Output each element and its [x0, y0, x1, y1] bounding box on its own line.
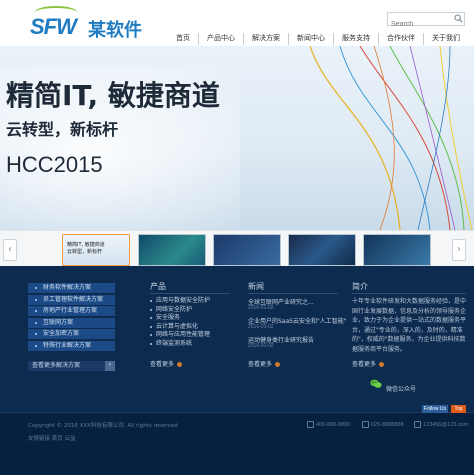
news-more-link[interactable]: 查看更多 [248, 359, 281, 368]
product-item[interactable]: 网络安全防护 [150, 306, 210, 315]
solutions-more-button[interactable]: › [105, 361, 115, 371]
banner-code: HCC2015 [6, 152, 103, 177]
prev-slide-button[interactable]: ‹ [3, 239, 17, 261]
nav-item-partners[interactable]: 合作伙伴 [378, 33, 423, 45]
copyright-text: Copyright © 2016 XXX科技有限公司. All rights r… [28, 423, 178, 429]
product-item[interactable]: 终端监测系统 [150, 340, 210, 349]
slide-thumb-5[interactable] [363, 234, 431, 266]
banner-light-lines [309, 46, 473, 230]
slide-thumb-3[interactable] [213, 234, 281, 266]
brand-name: 某软件 [88, 20, 142, 41]
solution-item[interactable]: 互联网方案 [28, 317, 115, 329]
banner-subtitle: 云转型，新标杆 [6, 120, 119, 139]
site-header: SFW 某软件 首页 产品中心 解决方案 新闻中心 服务支持 合作伙伴 关于我们 [0, 0, 474, 47]
news-item-date: 2016-01-02 [248, 305, 274, 311]
friend-links[interactable]: 友情链接 首页 云监 [28, 434, 76, 442]
wechat-label: 微信公众号 [386, 386, 417, 393]
solutions-more-label: 查看更多解决方案 [32, 362, 81, 369]
product-item[interactable]: 应用与数据安全防护 [150, 297, 210, 306]
more-arrow-icon [379, 362, 385, 367]
logo[interactable]: SFW 某软件 [30, 6, 142, 41]
slide-thumb-1[interactable]: 精简IT, 敏捷商道 云转型，新标杆 [62, 234, 130, 266]
logo-text: SFW [30, 14, 77, 39]
intro-more-label: 查看更多 [352, 361, 377, 368]
solution-item[interactable]: 特殊行业解决方案 [28, 340, 115, 352]
search-input[interactable] [388, 18, 456, 31]
nav-item-solutions[interactable]: 解决方案 [243, 33, 288, 45]
nav-item-about[interactable]: 关于我们 [423, 33, 468, 45]
more-arrow-icon [177, 362, 183, 367]
solution-item[interactable]: 房地产行业管理方案 [28, 306, 115, 318]
news-more-label: 查看更多 [248, 361, 273, 368]
products-more-label: 查看更多 [150, 361, 175, 368]
intro-text: 十年专业软件研发和大数据服务经验，是中国行业发展数据，信息及分析的领导服务企业，… [352, 298, 467, 353]
intro-title: 简介 [352, 282, 368, 291]
phone-icon [307, 421, 314, 428]
news-divider [248, 293, 338, 294]
contact-tel: 025-8888888 [362, 421, 403, 428]
nav-item-home[interactable]: 首页 [168, 33, 198, 45]
products-list: 应用与数据安全防护 网络安全防护 安全服务 云计算与虚拟化 网络与应用性能管理 … [150, 297, 210, 349]
tel-icon [362, 421, 369, 428]
products-divider [150, 293, 230, 294]
solution-item[interactable]: 财务软件解决方案 [28, 283, 115, 294]
slide-thumb-1-caption: 精简IT, 敏捷商道 云转型，新标杆 [67, 242, 105, 255]
wechat-icon[interactable] [370, 379, 382, 389]
contact-phone: 400-800-8800 [307, 421, 350, 428]
intro-more-link[interactable]: 查看更多 [352, 359, 385, 368]
banner-thumbnail-strip: ‹ 精简IT, 敏捷商道 云转型，新标杆 › [0, 230, 474, 267]
products-more-link[interactable]: 查看更多 [150, 359, 183, 368]
products-title: 产品 [150, 282, 166, 291]
banner-title: 精简IT, 敏捷商道 [6, 79, 220, 112]
nav-item-support[interactable]: 服务支持 [333, 33, 378, 45]
product-item[interactable]: 安全服务 [150, 314, 210, 323]
search-box [387, 12, 465, 31]
slide-thumb-2[interactable] [138, 234, 206, 266]
more-arrow-icon [275, 362, 281, 367]
contact-email[interactable]: 123456@123.com [414, 421, 468, 428]
solutions-more-link[interactable]: 查看更多解决方案 › [28, 361, 115, 371]
slide-thumb-4[interactable] [288, 234, 356, 266]
nav-item-products[interactable]: 产品中心 [198, 33, 243, 45]
news-item-date: 2016-01-02 [248, 343, 274, 349]
mail-icon [414, 421, 421, 428]
news-item-date: 2016-01-02 [248, 324, 274, 330]
solutions-list: 财务软件解决方案 员工管理软件解决方案 房地产行业管理方案 互联网方案 安全加密… [28, 283, 115, 353]
product-item[interactable]: 网络与应用性能管理 [150, 331, 210, 340]
follow-us-button[interactable]: Follow Us [422, 405, 448, 413]
next-slide-button[interactable]: › [452, 239, 466, 261]
nav-item-news[interactable]: 新闻中心 [288, 33, 333, 45]
search-icon[interactable] [454, 14, 463, 23]
hero-banner[interactable]: 精简IT, 敏捷商道 云转型，新标杆 HCC2015 [0, 46, 474, 230]
back-to-top-button[interactable]: Top [451, 405, 466, 413]
news-title: 新闻 [248, 282, 264, 291]
main-nav: 首页 产品中心 解决方案 新闻中心 服务支持 合作伙伴 关于我们 [168, 33, 468, 45]
intro-divider [352, 293, 466, 294]
solution-item[interactable]: 员工管理软件解决方案 [28, 294, 115, 306]
solution-item[interactable]: 安全加密方案 [28, 329, 115, 341]
